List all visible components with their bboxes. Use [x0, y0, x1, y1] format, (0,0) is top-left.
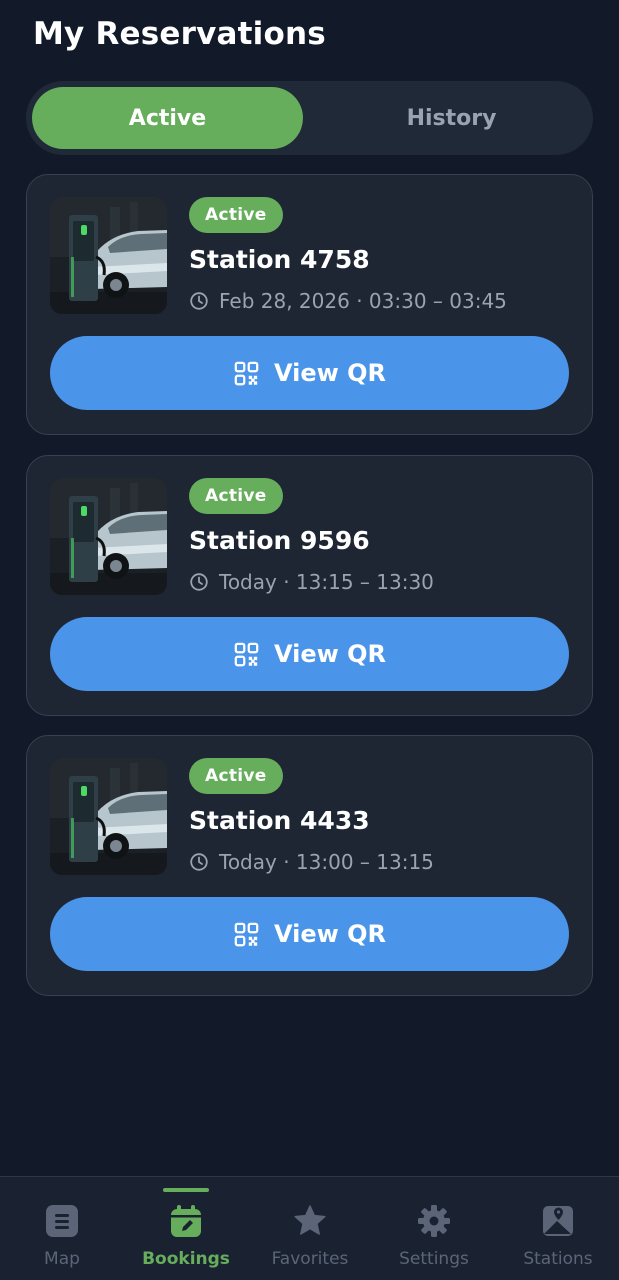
- station-thumbnail: [50, 758, 167, 875]
- app-root: My Reservations Active History Active St…: [0, 0, 619, 1280]
- reservation-time-text: Feb 28, 2026 · 03:30 – 03:45: [219, 289, 507, 313]
- status-badge: Active: [189, 197, 283, 233]
- page-title: My Reservations: [33, 16, 326, 52]
- star-icon: [294, 1205, 326, 1235]
- reservation-tabs: Active History: [26, 81, 593, 155]
- status-badge: Active: [189, 758, 283, 794]
- station-name: Station 4433: [189, 806, 370, 835]
- nav-favorites[interactable]: Favorites: [248, 1177, 372, 1280]
- reservation-time: Today · 13:00 – 13:15: [189, 848, 434, 876]
- tab-active[interactable]: Active: [32, 87, 303, 149]
- station-thumbnail: [50, 197, 167, 314]
- image-pin-icon: [543, 1206, 573, 1236]
- reservation-time-text: Today · 13:00 – 13:15: [219, 850, 434, 874]
- nav-settings-label: Settings: [399, 1249, 469, 1269]
- calendar-icon: [171, 1205, 201, 1237]
- nav-map[interactable]: Map: [0, 1177, 124, 1280]
- clock-icon: [189, 852, 209, 872]
- nav-settings[interactable]: Settings: [372, 1177, 496, 1280]
- reservation-card: Active Station 4758 Feb 28, 2026 · 03:30…: [26, 174, 593, 435]
- reservation-card: Active Station 9596 Today · 13:15 – 13:3…: [26, 455, 593, 716]
- view-qr-button[interactable]: View QR: [50, 617, 569, 691]
- nav-stations-label: Stations: [523, 1249, 593, 1269]
- view-qr-label: View QR: [273, 359, 387, 387]
- view-qr-button[interactable]: View QR: [50, 897, 569, 971]
- tab-history[interactable]: History: [316, 87, 587, 149]
- bottom-nav: Map Bookings Favorites Settings Stations: [0, 1176, 619, 1280]
- station-name: Station 9596: [189, 526, 370, 555]
- reservation-time: Feb 28, 2026 · 03:30 – 03:45: [189, 287, 507, 315]
- nav-map-label: Map: [44, 1249, 80, 1269]
- reservation-time-text: Today · 13:15 – 13:30: [219, 570, 434, 594]
- qr-code-icon: [233, 360, 260, 387]
- view-qr-button[interactable]: View QR: [50, 336, 569, 410]
- reservation-card: Active Station 4433 Today · 13:00 – 13:1…: [26, 735, 593, 996]
- active-tab-indicator: [163, 1188, 209, 1192]
- gear-icon: [418, 1205, 450, 1237]
- clock-icon: [189, 291, 209, 311]
- clock-icon: [189, 572, 209, 592]
- nav-favorites-label: Favorites: [271, 1249, 349, 1269]
- nav-bookings[interactable]: Bookings: [124, 1177, 248, 1280]
- nav-stations[interactable]: Stations: [496, 1177, 619, 1280]
- view-qr-label: View QR: [273, 920, 387, 948]
- view-qr-label: View QR: [273, 640, 387, 668]
- reservation-time: Today · 13:15 – 13:30: [189, 568, 434, 596]
- status-badge: Active: [189, 478, 283, 514]
- qr-code-icon: [233, 641, 260, 668]
- map-icon: [46, 1205, 78, 1237]
- station-name: Station 4758: [189, 245, 370, 274]
- station-thumbnail: [50, 478, 167, 595]
- nav-bookings-label: Bookings: [142, 1249, 230, 1269]
- qr-code-icon: [233, 921, 260, 948]
